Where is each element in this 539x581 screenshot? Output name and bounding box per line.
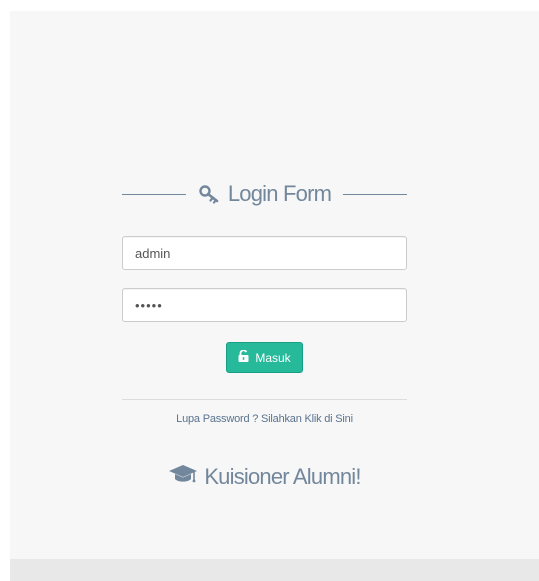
forgot-password-link[interactable]: Lupa Password ? Silahkan Klik di Sini <box>122 413 407 425</box>
brand: Kuisioner Alumni! <box>122 463 407 490</box>
submit-row: Masuk <box>122 342 407 373</box>
title-divider-left <box>122 193 186 195</box>
footer-strip <box>10 559 539 581</box>
login-form: Login Form Masuk Lupa Password ? Silahka… <box>122 170 407 490</box>
password-input[interactable] <box>122 288 407 322</box>
form-title-text: Login Form <box>227 181 332 206</box>
login-button[interactable]: Masuk <box>226 342 303 373</box>
graduation-cap-icon <box>168 463 198 490</box>
form-title: Login Form <box>186 181 343 207</box>
unlock-icon <box>238 349 249 365</box>
key-icon <box>198 184 220 204</box>
username-input[interactable] <box>122 236 407 270</box>
separator <box>122 399 407 400</box>
form-title-row: Login Form <box>122 170 407 218</box>
title-divider-right <box>343 193 407 195</box>
login-button-label: Masuk <box>255 350 291 365</box>
brand-name: Kuisioner Alumni! <box>204 463 361 489</box>
